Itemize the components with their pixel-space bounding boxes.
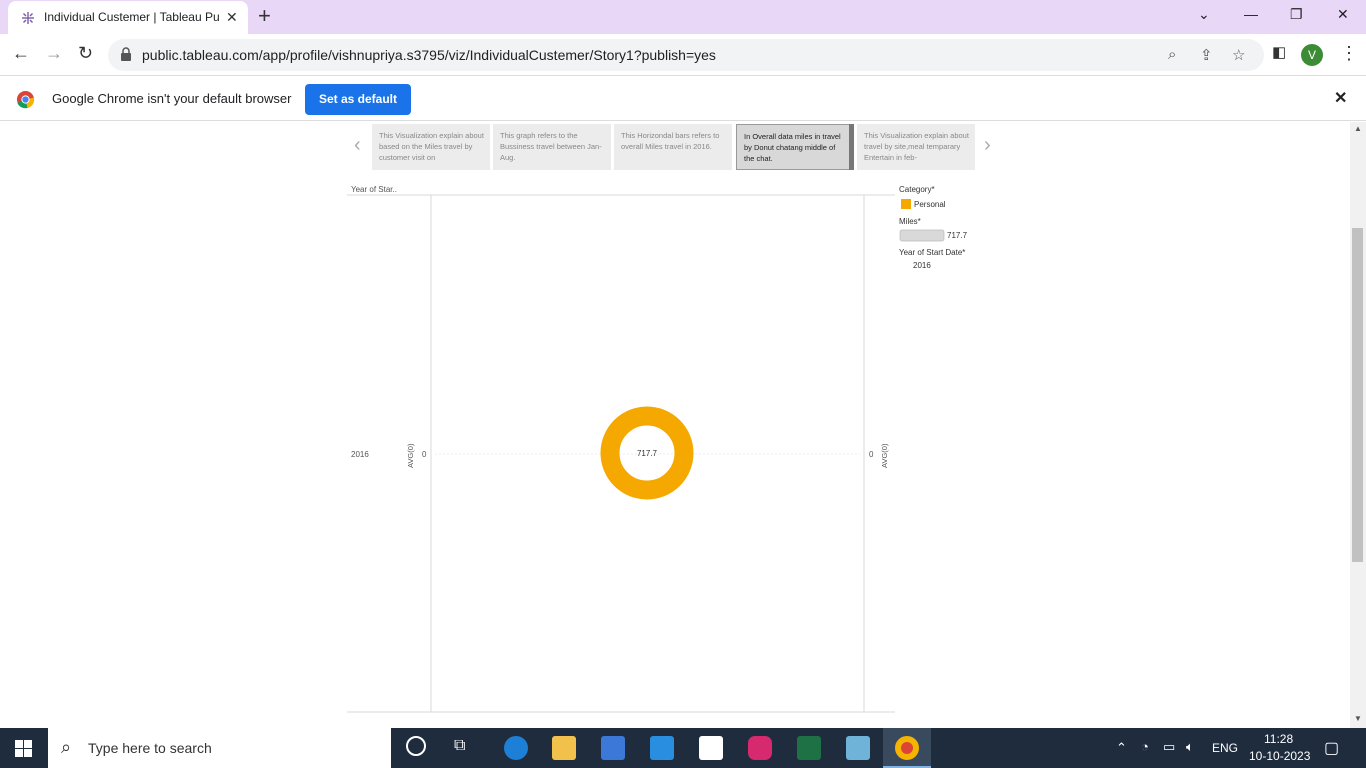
scroll-down-arrow-icon[interactable]: ▼ — [1354, 714, 1362, 723]
share-icon[interactable]: ⇪ — [1200, 46, 1213, 64]
story-point[interactable]: This graph refers to the Bussiness trave… — [493, 124, 611, 170]
volume-icon[interactable]: 🔈︎ — [1186, 739, 1194, 755]
set-as-default-button[interactable]: Set as default — [305, 84, 411, 115]
reload-button[interactable]: ↻ — [78, 43, 93, 64]
browser-toolbar: ← → ↻ public.tableau.com/app/profile/vis… — [0, 34, 1366, 76]
donut-chart: Year of Star.. 2016 AVG(0) 0 AVG(0) 0 71… — [347, 185, 968, 713]
right-axis-tick: 0 — [869, 450, 874, 459]
chrome-taskbar-icon — [895, 736, 919, 760]
legend-item-personal: Personal — [914, 200, 946, 209]
battery-icon[interactable]: ▭ — [1163, 739, 1175, 755]
row-label: 2016 — [351, 450, 369, 459]
story-prev-arrow-icon[interactable]: ‹ — [354, 134, 361, 157]
address-bar[interactable]: public.tableau.com/app/profile/vishnupri… — [108, 39, 1264, 71]
zoom-icon[interactable]: ⌕ — [1168, 46, 1176, 63]
minimize-button[interactable]: — — [1244, 6, 1258, 22]
tab-title: Individual Custemer | Tableau Pu — [44, 10, 220, 24]
story-point[interactable]: This Visualization explain about based o… — [372, 124, 490, 170]
windows-start-icon[interactable] — [15, 740, 32, 757]
task-view-icon[interactable]: ⧉ — [454, 737, 465, 755]
chrome-icon — [16, 90, 35, 109]
tableau-viz-area: ‹ This Visualization explain about based… — [0, 122, 1350, 728]
mail-icon[interactable] — [650, 736, 674, 760]
left-axis-tick: 0 — [422, 450, 427, 459]
infobar-close-icon[interactable]: ✕ — [1334, 88, 1347, 108]
infobar-message: Google Chrome isn't your default browser — [52, 91, 292, 106]
app-icon[interactable] — [699, 736, 723, 760]
tab-search-chevron-icon[interactable]: ⌄ — [1198, 6, 1210, 23]
taskbar-search-box[interactable]: ⌕ Type here to search — [48, 728, 391, 768]
menu-kebab-icon[interactable]: ⋮ — [1340, 43, 1358, 64]
taskbar-search-placeholder: Type here to search — [88, 740, 212, 756]
story-point[interactable]: This Horizondal bars refers to overall M… — [614, 124, 732, 170]
default-browser-infobar: Google Chrome isn't your default browser… — [0, 77, 1366, 121]
notifications-icon[interactable]: ▢ — [1324, 738, 1339, 758]
story-point[interactable]: This Visualization explain about travel … — [857, 124, 975, 170]
back-button[interactable]: ← — [12, 43, 30, 64]
legend-swatch-personal[interactable] — [901, 199, 911, 209]
profile-avatar[interactable]: V — [1301, 44, 1323, 66]
story-point-text: This Horizondal bars refers to overall M… — [621, 131, 720, 151]
page-scroll-thumb[interactable] — [1352, 228, 1363, 562]
side-panel-icon[interactable]: ◧ — [1272, 43, 1286, 61]
right-axis-title: AVG(0) — [880, 443, 889, 468]
lock-icon — [121, 47, 131, 61]
windows-taskbar: ⌕ Type here to search ⧉ ⌃ ◔ ▭ 🔈︎ ENG 11:… — [0, 728, 1366, 768]
legend-miles-title: Miles* — [899, 217, 921, 226]
search-icon: ⌕ — [61, 737, 72, 757]
browser-title-bar: Individual Custemer | Tableau Pu ✕ + ⌄ —… — [0, 0, 1366, 34]
chrome-taskbar-button[interactable] — [883, 728, 931, 768]
edge-icon[interactable] — [504, 736, 528, 760]
file-explorer-icon[interactable] — [552, 736, 576, 760]
close-window-button[interactable]: ✕ — [1337, 6, 1349, 23]
network-icon[interactable]: ◔ — [1141, 739, 1149, 754]
story-point-text: This Visualization explain about travel … — [864, 131, 969, 162]
legend-miles-size-bar — [899, 229, 945, 242]
browser-tab[interactable]: Individual Custemer | Tableau Pu ✕ — [8, 1, 248, 34]
story-point-active[interactable]: In Overall data miles in travel by Donut… — [736, 124, 854, 170]
tableau-icon — [22, 12, 34, 24]
bookmark-star-icon[interactable]: ☆ — [1232, 46, 1245, 64]
cortana-icon[interactable] — [406, 736, 426, 756]
legend-year-value: 2016 — [913, 261, 931, 270]
excel-icon[interactable] — [797, 736, 821, 760]
story-next-arrow-icon[interactable]: › — [984, 134, 991, 157]
url-text: public.tableau.com/app/profile/vishnupri… — [142, 47, 716, 63]
show-hidden-icons-icon[interactable]: ⌃ — [1116, 740, 1127, 756]
row-header: Year of Star.. — [351, 185, 397, 194]
donut-center-label: 717.7 — [637, 449, 658, 458]
left-axis-title: AVG(0) — [406, 443, 415, 468]
restore-button[interactable]: ❐ — [1290, 6, 1303, 23]
story-point-text: This Visualization explain about based o… — [379, 131, 484, 162]
clock-date[interactable]: 10-10-2023 — [1249, 749, 1310, 763]
new-tab-button[interactable]: + — [258, 5, 271, 27]
microsoft-store-icon[interactable] — [601, 736, 625, 760]
forward-button[interactable]: → — [45, 43, 63, 64]
clock-time[interactable]: 11:28 — [1264, 732, 1293, 746]
legend-category-title: Category* — [899, 185, 935, 194]
story-point-scroll-handle[interactable] — [849, 124, 854, 170]
language-indicator[interactable]: ENG — [1212, 741, 1238, 755]
story-point-text: This graph refers to the Bussiness trave… — [500, 131, 602, 162]
close-tab-icon[interactable]: ✕ — [226, 9, 238, 26]
instagram-icon[interactable] — [748, 736, 772, 760]
legend-miles-value: 717.7 — [947, 231, 968, 240]
story-point-text: In Overall data miles in travel by Donut… — [744, 132, 841, 163]
scroll-up-arrow-icon[interactable]: ▲ — [1354, 124, 1362, 133]
legend-year-title: Year of Start Date* — [899, 248, 965, 257]
notes-app-icon[interactable] — [846, 736, 870, 760]
